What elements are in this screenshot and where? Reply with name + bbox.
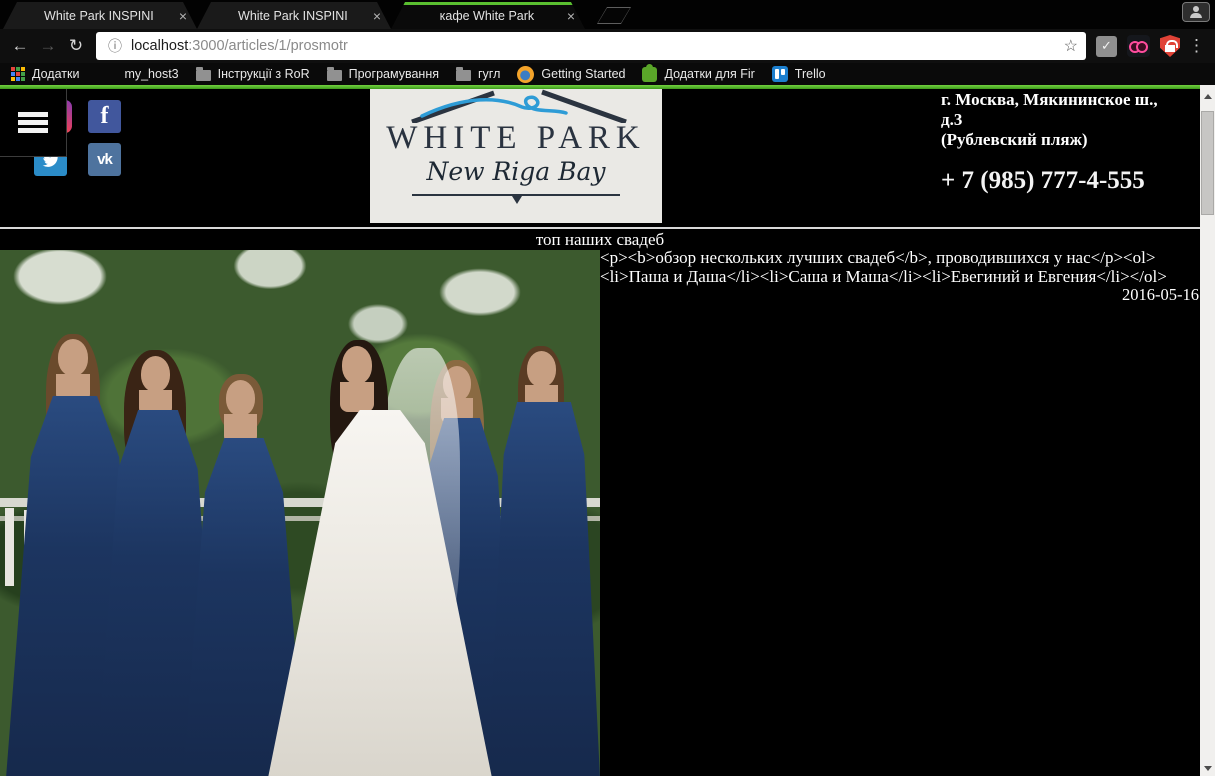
facebook-icon[interactable]: f — [88, 100, 121, 133]
puzzle-icon — [642, 63, 658, 82]
site-header: f vk WHITE PARK New Riga Bay г. Москва, … — [0, 89, 1200, 229]
page-info-icon[interactable]: ⓘ — [108, 36, 122, 56]
tab-close-icon[interactable]: × — [373, 9, 381, 23]
article-title: топ наших свадеб — [535, 230, 665, 249]
bookmark-label: Додатки для Fir — [664, 67, 755, 81]
bookmark-star-icon[interactable]: ☆ — [1064, 36, 1078, 56]
bookmark-label: гугл — [478, 67, 501, 81]
bookmark-trello[interactable]: Trello — [771, 63, 826, 85]
trello-icon — [771, 66, 788, 82]
new-tab-button[interactable] — [597, 7, 631, 24]
back-button[interactable]: ← — [6, 36, 34, 56]
tab-strip: White Park INSPINI × White Park INSPINI … — [0, 0, 1215, 29]
reload-button[interactable]: ↻ — [62, 36, 90, 56]
bookmark-label: Програмування — [348, 67, 439, 81]
bookmark-my-host3[interactable]: my_host3 — [124, 63, 178, 85]
hamburger-menu-button[interactable] — [0, 89, 67, 157]
folder-icon — [195, 66, 211, 81]
article: топ наших свадеб <p><b>обзор нескольких … — [0, 229, 1200, 776]
tab-title: White Park INSPINI — [44, 8, 154, 23]
scrollbar-thumb[interactable] — [1201, 111, 1214, 215]
phone-number: + 7 (985) 777-4-555 — [941, 167, 1145, 194]
extension-vader-icon[interactable] — [1127, 35, 1150, 57]
tab-white-park-2[interactable]: White Park INSPINI × — [197, 2, 391, 29]
address-bar[interactable]: ⓘ localhost:3000/articles/1/prosmotr ☆ — [96, 32, 1086, 60]
tab-title: White Park INSPINI — [238, 8, 348, 23]
bookmark-label: Інструкції з RoR — [217, 67, 310, 81]
vk-icon[interactable]: vk — [88, 143, 121, 176]
tab-title: кафе White Park — [439, 8, 535, 23]
folder-icon — [456, 66, 471, 81]
url-path: :3000/articles/1/prosmotr — [188, 38, 348, 54]
scrollbar-down-arrow[interactable] — [1200, 762, 1215, 776]
tab-cafe-white-park-active[interactable]: кафе White Park × — [391, 2, 585, 29]
tab-white-park-1[interactable]: White Park INSPINI × — [3, 2, 197, 29]
scrollbar-up-arrow[interactable] — [1200, 89, 1215, 103]
extensions-area: ✓ — [1096, 35, 1180, 57]
person-icon — [1189, 6, 1203, 18]
page-scrollbar[interactable] — [1200, 89, 1215, 776]
page-viewport: f vk WHITE PARK New Riga Bay г. Москва, … — [0, 89, 1215, 776]
bookmark-firefox-addons[interactable]: Додатки для Fir — [642, 63, 755, 85]
bookmark-getting-started[interactable]: Getting Started — [517, 63, 625, 85]
address-line-2: д.3 — [941, 110, 963, 129]
new-tab-button-face — [598, 8, 630, 23]
page-content: f vk WHITE PARK New Riga Bay г. Москва, … — [0, 89, 1200, 776]
folder-icon — [326, 66, 342, 81]
bookmark-label: Trello — [794, 67, 826, 81]
bookmark-folder-programming[interactable]: Програмування — [326, 63, 439, 85]
apps-grid-icon — [11, 67, 25, 81]
profile-button[interactable] — [1182, 2, 1210, 22]
address-line-3: (Рублевский пляж) — [941, 130, 1088, 149]
logo-roof-wave-icon — [411, 89, 627, 123]
browser-toolbar: ← → ↻ ⓘ localhost:3000/articles/1/prosmo… — [0, 29, 1215, 63]
bookmark-label: Додатки — [32, 67, 80, 81]
bride-figure — [268, 340, 492, 776]
browser-window: White Park INSPINI × White Park INSPINI … — [0, 0, 1215, 776]
browser-menu-icon[interactable]: ⋮ — [1188, 36, 1205, 56]
bookmarks-bar: Додатки my_host3 Інструкції з RoR Програ… — [0, 63, 1215, 85]
tab-close-icon[interactable]: × — [179, 9, 187, 23]
bookmark-folder-ror[interactable]: Інструкції з RoR — [195, 63, 310, 85]
contact-block: г. Москва, Мякининское ш., д.3 (Рублевск… — [941, 90, 1201, 195]
url-text[interactable]: localhost:3000/articles/1/prosmotr — [131, 38, 348, 54]
bookmark-apps[interactable]: Додатки — [11, 63, 79, 85]
url-host: localhost — [131, 38, 189, 54]
wedding-photo — [0, 250, 600, 776]
bookmark-label: Getting Started — [541, 67, 626, 81]
logo-subtitle: New Riga Bay — [426, 157, 606, 186]
extension-shield-lock-icon[interactable] — [1160, 35, 1180, 57]
bookmark-label: my_host3 — [124, 67, 179, 81]
logo-rule — [412, 194, 620, 204]
bridesmaid-figure — [488, 346, 600, 776]
site-logo: WHITE PARK New Riga Bay — [370, 89, 662, 223]
forward-button[interactable]: → — [34, 36, 62, 56]
logo-title: WHITE PARK — [386, 120, 646, 156]
tab-close-icon[interactable]: × — [567, 9, 575, 23]
extension-check-icon[interactable]: ✓ — [1096, 35, 1117, 57]
address-line-1: г. Москва, Мякининское ш., — [941, 90, 1158, 109]
firefox-icon — [517, 65, 535, 83]
bookmark-folder-google[interactable]: гугл — [456, 63, 500, 85]
